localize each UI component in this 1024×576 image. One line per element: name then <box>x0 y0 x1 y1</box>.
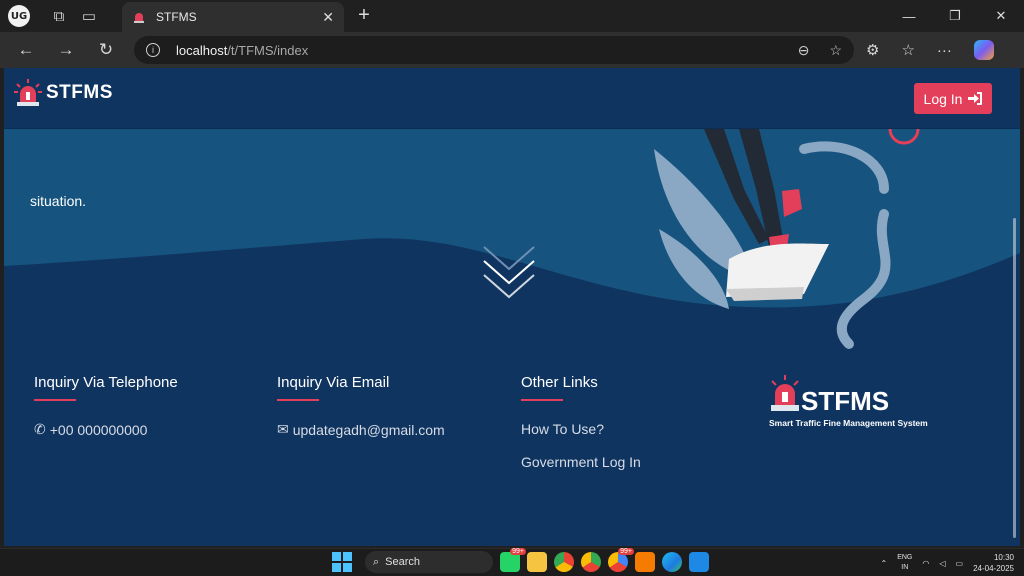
chrome-icon[interactable] <box>554 552 574 572</box>
login-button[interactable]: Log In <box>914 83 992 114</box>
minimize-icon[interactable]: — <box>886 0 932 32</box>
heading-underline <box>34 399 76 401</box>
email-value[interactable]: updategadh@gmail.com <box>293 422 445 438</box>
tab-actions-icon[interactable]: ▭ <box>74 1 104 31</box>
address-bar[interactable]: i localhost/t/TFMS/index ⊖ ☆ <box>134 36 854 64</box>
whatsapp-icon[interactable]: 99+ <box>500 548 526 572</box>
volume-icon[interactable]: ◁ <box>939 559 945 568</box>
extensions-icon[interactable]: ⚙ <box>866 41 879 59</box>
restore-icon[interactable]: ❐ <box>932 0 978 32</box>
login-label: Log In <box>923 90 963 107</box>
footer-links: Other Links How To Use? Government Log I… <box>521 374 641 487</box>
site-info-icon[interactable]: i <box>146 43 160 57</box>
wifi-icon[interactable]: ◠ <box>922 559 929 568</box>
siren-icon <box>134 13 144 23</box>
site-header: STFMS Log In <box>4 68 1020 129</box>
workspaces-icon[interactable]: ⧉ <box>44 1 74 31</box>
chrome-alt-icon[interactable]: 99+ <box>608 548 634 572</box>
search-icon: ⌕ <box>373 555 380 568</box>
phone-icon: ✆ <box>34 421 46 437</box>
heading-underline <box>277 399 319 401</box>
new-tab-icon[interactable]: + <box>352 4 376 27</box>
battery-icon[interactable]: ▭ <box>956 559 964 568</box>
profile-avatar[interactable]: UG <box>8 5 30 27</box>
search-label: Search <box>385 556 421 568</box>
url-host: localhost <box>176 42 228 58</box>
notification-badge: 99+ <box>618 548 634 555</box>
favorite-star-icon[interactable]: ☆ <box>829 42 842 59</box>
url-path: /t/TFMS/index <box>227 42 309 58</box>
link-how-to-use[interactable]: How To Use? <box>521 421 641 437</box>
footer-logo-tagline: Smart Traffic Fine Management System <box>769 418 928 428</box>
language-indicator[interactable]: ENG IN <box>897 553 912 573</box>
clock-time: 10:30 <box>993 553 1014 562</box>
page-scrollbar[interactable] <box>1013 218 1016 538</box>
edge-icon[interactable] <box>662 552 682 572</box>
tab-stfms[interactable]: STFMS ✕ <box>122 2 344 32</box>
chrome-profile-icon[interactable] <box>581 552 601 572</box>
footer-logo-name: STFMS <box>801 386 890 416</box>
footer-logo: STFMS Smart Traffic Fine Management Syst… <box>768 374 928 428</box>
footer-telephone: Inquiry Via Telephone ✆ +00 000000000 <box>34 374 178 455</box>
telephone-heading: Inquiry Via Telephone <box>34 374 178 391</box>
close-window-icon[interactable]: ✕ <box>978 0 1024 32</box>
taskbar-search[interactable]: ⌕ Search <box>365 551 493 573</box>
vscode-icon[interactable] <box>689 552 709 572</box>
hero-section: situation. <box>4 129 1020 369</box>
language-code: ENG <box>897 554 913 561</box>
refresh-icon[interactable]: ↻ <box>86 32 126 68</box>
envelope-icon: ✉ <box>277 421 289 437</box>
xampp-icon[interactable] <box>635 552 655 572</box>
telephone-value: +00 000000000 <box>49 421 148 438</box>
more-menu-icon[interactable]: ··· <box>937 42 952 59</box>
forward-icon[interactable]: → <box>46 32 86 68</box>
system-tray: ⌃ ENG IN ◠ ◁ ▭ 10:30 24-04-2025 <box>881 552 1015 574</box>
browser-toolbar-right: ⚙ ☆ ··· <box>866 32 994 68</box>
links-heading: Other Links <box>521 374 598 391</box>
copilot-icon[interactable] <box>973 40 994 60</box>
siren-logo-icon <box>771 375 799 411</box>
hero-text: situation. <box>30 193 87 209</box>
footer-email: Inquiry Via Email ✉ updategadh@gmail.com <box>277 374 445 455</box>
favorites-icon[interactable]: ☆ <box>901 41 914 59</box>
windows-start-icon[interactable] <box>332 552 352 572</box>
file-explorer-icon[interactable] <box>527 552 547 572</box>
back-icon[interactable]: ← <box>6 32 46 68</box>
close-tab-icon[interactable]: ✕ <box>322 9 334 26</box>
brand-logo[interactable]: STFMS <box>14 78 113 108</box>
email-heading: Inquiry Via Email <box>277 374 390 391</box>
clock-date: 24-04-2025 <box>973 564 1014 573</box>
heading-underline <box>521 399 563 401</box>
web-page: situation. STFMS Log In Inquiry Via Tele… <box>4 68 1020 546</box>
link-government-login[interactable]: Government Log In <box>521 454 641 470</box>
tray-chevron-icon[interactable]: ⌃ <box>881 559 888 568</box>
sign-in-icon <box>968 92 983 105</box>
windows-taskbar: ⌕ Search 99+ 99+ ⌃ ENG IN ◠ ◁ ▭ 10:30 24… <box>0 548 1024 576</box>
zoom-icon[interactable]: ⊖ <box>798 42 810 59</box>
tab-title: STFMS <box>156 10 197 24</box>
window-controls: — ❐ ✕ <box>886 0 1024 32</box>
siren-logo-icon <box>14 79 42 106</box>
region-code: IN <box>901 564 909 571</box>
notification-badge: 99+ <box>510 548 526 555</box>
brand-name: STFMS <box>46 82 113 103</box>
clock[interactable]: 10:30 24-04-2025 <box>973 552 1014 574</box>
hero-wave-illustration <box>4 129 1020 369</box>
